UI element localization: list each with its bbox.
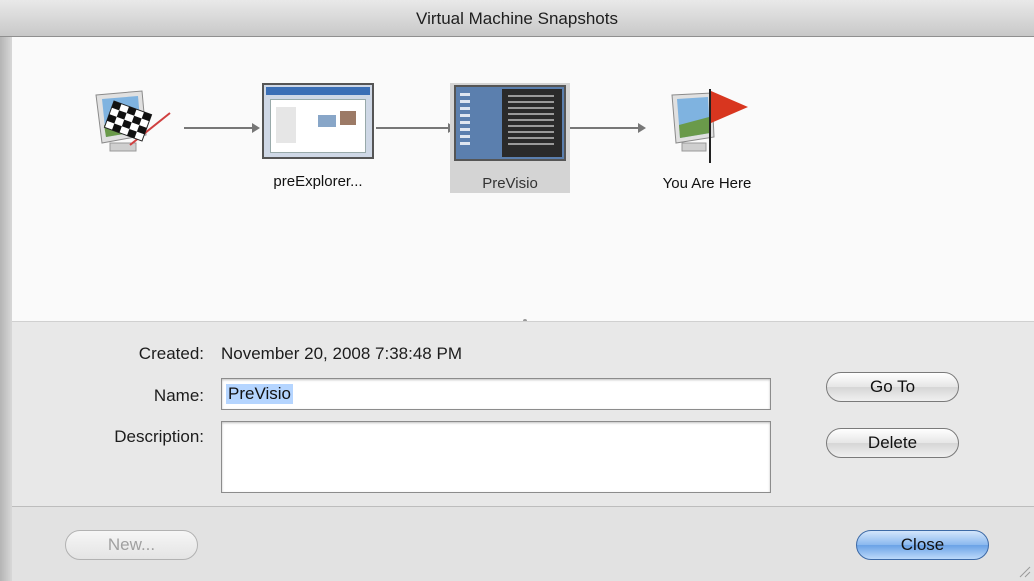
snapshot-previsio[interactable]: PreVisio bbox=[450, 83, 570, 193]
snapshot-start[interactable] bbox=[90, 85, 180, 165]
close-button[interactable]: Close bbox=[856, 530, 989, 560]
snapshot-current[interactable]: You Are Here bbox=[642, 85, 772, 195]
snapshot-preexplorer[interactable]: preExplorer... bbox=[250, 83, 386, 203]
resize-grip-icon[interactable] bbox=[1017, 564, 1031, 578]
current-state-flag-icon bbox=[671, 89, 748, 163]
delete-button[interactable]: Delete bbox=[826, 428, 959, 458]
snapshot-label: preExplorer... bbox=[273, 173, 363, 190]
name-value: PreVisio bbox=[226, 384, 293, 404]
arrow-connector bbox=[570, 123, 646, 133]
name-label: Name: bbox=[153, 386, 204, 405]
details-panel: Created: November 20, 2008 7:38:48 PM Na… bbox=[12, 321, 1034, 506]
snapshot-thumbnail bbox=[454, 85, 566, 161]
snapshot-thumbnail bbox=[262, 83, 374, 159]
start-flag-icon bbox=[95, 90, 171, 152]
title-bar: Virtual Machine Snapshots bbox=[0, 0, 1034, 37]
window-title: Virtual Machine Snapshots bbox=[416, 9, 618, 28]
created-label: Created: bbox=[138, 344, 204, 363]
snapshot-label: PreVisio bbox=[482, 175, 538, 192]
bottom-bar: New... Close bbox=[12, 506, 1034, 581]
snapshot-tree: preExplorer... PreVisio You Are Here bbox=[12, 37, 1034, 321]
window-edge bbox=[0, 37, 12, 581]
snapshot-label: You Are Here bbox=[662, 175, 752, 192]
arrow-connector bbox=[184, 123, 260, 133]
goto-button[interactable]: Go To bbox=[826, 372, 959, 402]
name-field[interactable]: PreVisio bbox=[221, 378, 771, 410]
created-value: November 20, 2008 7:38:48 PM bbox=[221, 344, 462, 363]
description-field[interactable] bbox=[221, 421, 771, 493]
description-label: Description: bbox=[114, 427, 204, 446]
arrow-connector bbox=[376, 123, 456, 133]
new-button[interactable]: New... bbox=[65, 530, 198, 560]
